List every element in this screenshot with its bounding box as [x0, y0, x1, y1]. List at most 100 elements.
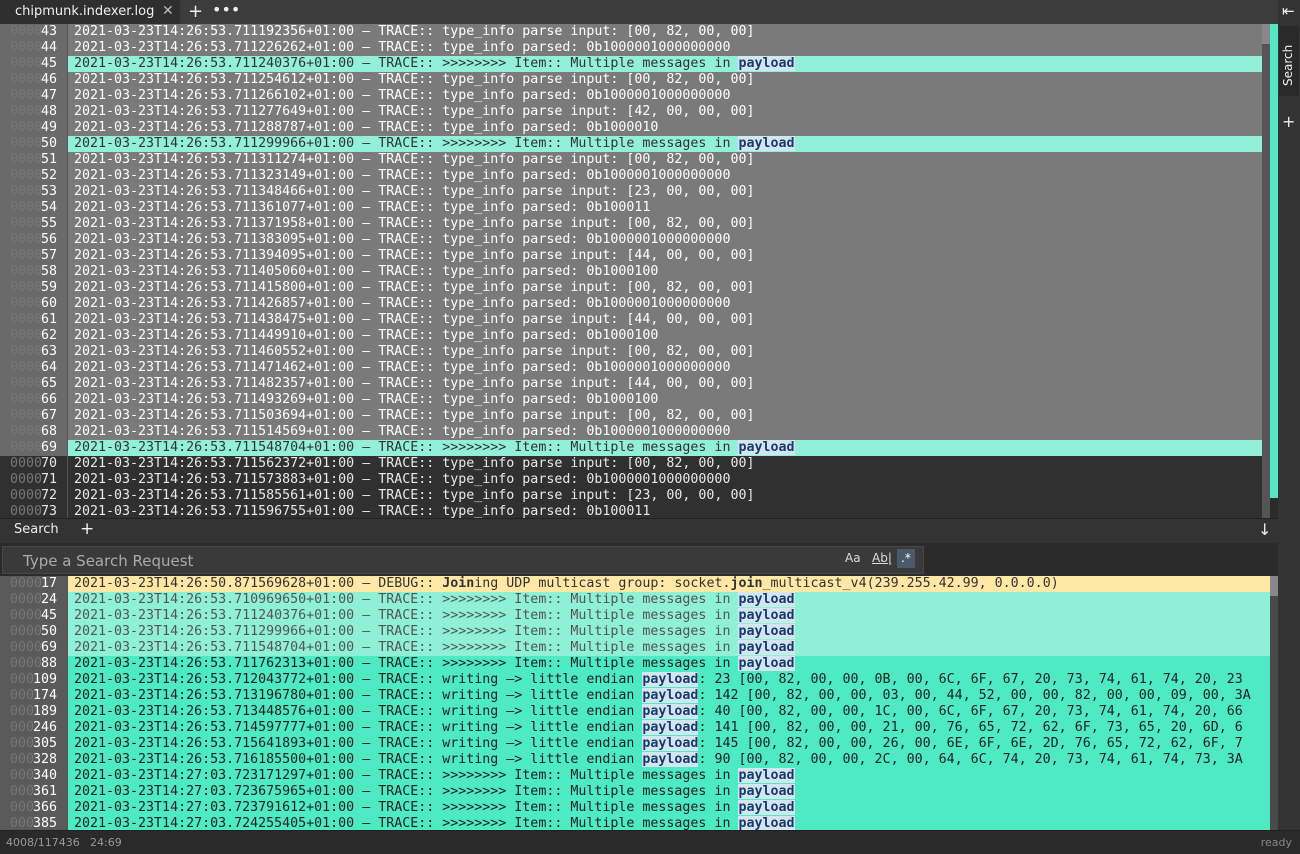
log-row[interactable]: 0000 61 2021-03-23T14:26:53.711438475+01:0…	[0, 312, 1270, 328]
line-number-padding: 0000	[10, 424, 43, 439]
log-row[interactable]: 0000 73 2021-03-23T14:26:53.711596755+01:0…	[0, 504, 1270, 518]
line-number: 0000 63	[0, 344, 68, 360]
log-row[interactable]: 0000 64 2021-03-23T14:26:53.711471462+01:0…	[0, 360, 1270, 376]
log-row[interactable]: 0000 65 2021-03-23T14:26:53.711482357+01:0…	[0, 376, 1270, 392]
result-row[interactable]: 000 328 2021-03-23T14:26:53.716185500+01:0…	[0, 752, 1270, 768]
log-row[interactable]: 0000 55 2021-03-23T14:26:53.711371958+01:0…	[0, 216, 1270, 232]
sidebar-add-button[interactable]: +	[1282, 112, 1295, 131]
log-row[interactable]: 0000 72 2021-03-23T14:26:53.711585561+01:0…	[0, 488, 1270, 504]
result-row[interactable]: 000 109 2021-03-23T14:26:53.712043772+01:0…	[0, 672, 1270, 688]
result-row[interactable]: 000 174 2021-03-23T14:26:53.713196780+01:0…	[0, 688, 1270, 704]
line-number-value: 54	[40, 200, 57, 215]
log-row[interactable]: 0000 71 2021-03-23T14:26:53.711573883+01:0…	[0, 472, 1270, 488]
result-row[interactable]: 000 246 2021-03-23T14:26:53.714597777+01:0…	[0, 720, 1270, 736]
log-row[interactable]: 0000 70 2021-03-23T14:26:53.711562372+01:0…	[0, 456, 1270, 472]
line-number-padding: 0000	[10, 640, 43, 655]
scroll-thumb[interactable]	[1262, 24, 1270, 44]
match-highlight: payload	[738, 640, 795, 655]
line-number-value: 60	[40, 296, 57, 311]
line-number: 0000 60	[0, 296, 68, 312]
sidebar-tab-search[interactable]: Search	[1279, 26, 1299, 96]
search-panel-header: Search + ↓	[0, 518, 1278, 543]
regex-toggle[interactable]: .*	[897, 549, 915, 568]
result-row[interactable]: 000 385 2021-03-23T14:27:03.724255405+01:0…	[0, 816, 1270, 830]
log-row[interactable]: 0000 51 2021-03-23T14:26:53.711311274+01:0…	[0, 152, 1270, 168]
whole-word-toggle[interactable]: Ab|	[872, 551, 892, 565]
line-number: 0000 68	[0, 424, 68, 440]
result-text: 2021-03-23T14:26:53.716185500+01:00 — TR…	[74, 752, 1243, 767]
match-highlight: payload	[738, 624, 795, 639]
result-row[interactable]: 000 361 2021-03-23T14:27:03.723675965+01:0…	[0, 784, 1270, 800]
line-number: 0000 56	[0, 232, 68, 248]
log-row[interactable]: 0000 49 2021-03-23T14:26:53.711288787+01:0…	[0, 120, 1270, 136]
log-row[interactable]: 0000 52 2021-03-23T14:26:53.711323149+01:0…	[0, 168, 1270, 184]
line-number-value: 64	[40, 360, 57, 375]
log-scrollbar[interactable]	[1262, 24, 1270, 518]
log-row[interactable]: 0000 46 2021-03-23T14:26:53.711254612+01:0…	[0, 72, 1270, 88]
add-search-button[interactable]: +	[80, 519, 94, 539]
log-row[interactable]: 0000 62 2021-03-23T14:26:53.711449910+01:0…	[0, 328, 1270, 344]
result-row[interactable]: 000 366 2021-03-23T14:27:03.723791612+01:0…	[0, 800, 1270, 816]
add-tab-button[interactable]: +	[188, 1, 203, 22]
line-number-padding: 0000	[10, 440, 43, 455]
collapse-icon[interactable]: ⇤	[1282, 2, 1295, 20]
log-row[interactable]: 0000 50 2021-03-23T14:26:53.711299966+01:0…	[0, 136, 1270, 152]
log-row[interactable]: 0000 58 2021-03-23T14:26:53.711405060+01:0…	[0, 264, 1270, 280]
close-icon[interactable]: ✕	[162, 3, 174, 19]
tab-log-file[interactable]: chipmunk.indexer.log ✕	[0, 0, 180, 26]
result-row[interactable]: 0000 50 2021-03-23T14:26:53.711299966+01:0…	[0, 624, 1270, 640]
line-number-padding: 000	[10, 672, 35, 687]
match-minimap[interactable]	[1270, 24, 1278, 498]
log-row[interactable]: 0000 56 2021-03-23T14:26:53.711383095+01:0…	[0, 232, 1270, 248]
line-number-value: 57	[40, 248, 57, 263]
log-row[interactable]: 0000 45 2021-03-23T14:26:53.711240376+01:0…	[0, 56, 1270, 72]
log-row[interactable]: 0000 44 2021-03-23T14:26:53.711226262+01:0…	[0, 40, 1270, 56]
log-row[interactable]: 0000 53 2021-03-23T14:26:53.711348466+01:0…	[0, 184, 1270, 200]
result-text: 2021-03-23T14:27:03.724255405+01:00 — TR…	[74, 816, 795, 830]
log-row[interactable]: 0000 54 2021-03-23T14:26:53.711361077+01:0…	[0, 200, 1270, 216]
log-view[interactable]: 0000 43 2021-03-23T14:26:53.711192356+01:0…	[0, 24, 1270, 518]
arrow-down-icon[interactable]: ↓	[1258, 520, 1271, 539]
result-row[interactable]: 000 189 2021-03-23T14:26:53.713448576+01:0…	[0, 704, 1270, 720]
search-results[interactable]: 0000 17 2021-03-23T14:26:50.871569628+01:0…	[0, 576, 1270, 830]
results-scrollbar[interactable]	[1270, 576, 1278, 830]
result-row[interactable]: 0000 45 2021-03-23T14:26:53.711240376+01:0…	[0, 608, 1270, 624]
log-text: 2021-03-23T14:26:53.711493269+01:00 — TR…	[74, 392, 659, 407]
log-text: 2021-03-23T14:26:53.711311274+01:00 — TR…	[74, 152, 755, 167]
log-row[interactable]: 0000 69 2021-03-23T14:26:53.711548704+01:0…	[0, 440, 1270, 456]
result-row[interactable]: 0000 17 2021-03-23T14:26:50.871569628+01:0…	[0, 576, 1270, 592]
result-row[interactable]: 0000 24 2021-03-23T14:26:53.710969650+01:0…	[0, 592, 1270, 608]
line-number-padding: 0000	[10, 168, 43, 183]
line-number-value: 49	[40, 120, 57, 135]
result-row[interactable]: 0000 69 2021-03-23T14:26:53.711548704+01:0…	[0, 640, 1270, 656]
log-row[interactable]: 0000 67 2021-03-23T14:26:53.711503694+01:0…	[0, 408, 1270, 424]
log-row[interactable]: 0000 68 2021-03-23T14:26:53.711514569+01:0…	[0, 424, 1270, 440]
result-row[interactable]: 000 305 2021-03-23T14:26:53.715641893+01:0…	[0, 736, 1270, 752]
line-number-padding: 0000	[10, 576, 43, 591]
result-row[interactable]: 000 340 2021-03-23T14:27:03.723171297+01:0…	[0, 768, 1270, 784]
more-icon[interactable]: •••	[212, 0, 240, 19]
log-row[interactable]: 0000 63 2021-03-23T14:26:53.711460552+01:0…	[0, 344, 1270, 360]
search-input[interactable]	[21, 550, 825, 572]
line-number-padding: 0000	[10, 504, 43, 518]
result-row[interactable]: 0000 88 2021-03-23T14:26:53.711762313+01:0…	[0, 656, 1270, 672]
log-row[interactable]: 0000 43 2021-03-23T14:26:53.711192356+01:0…	[0, 24, 1270, 40]
log-row[interactable]: 0000 47 2021-03-23T14:26:53.711266102+01:0…	[0, 88, 1270, 104]
log-row[interactable]: 0000 57 2021-03-23T14:26:53.711394095+01:0…	[0, 248, 1270, 264]
search-tab[interactable]: Search	[14, 522, 59, 537]
match-highlight: payload	[738, 768, 795, 783]
log-row[interactable]: 0000 59 2021-03-23T14:26:53.711415800+01:0…	[0, 280, 1270, 296]
cursor-position: 24:69	[90, 836, 122, 849]
results-scroll-thumb[interactable]	[1270, 576, 1278, 596]
line-number-padding: 0000	[10, 328, 43, 343]
line-number: 0000 48	[0, 104, 68, 120]
log-row[interactable]: 0000 48 2021-03-23T14:26:53.711277649+01:0…	[0, 104, 1270, 120]
line-number: 0000 62	[0, 328, 68, 344]
log-row[interactable]: 0000 66 2021-03-23T14:26:53.711493269+01:0…	[0, 392, 1270, 408]
line-number: 0000 88	[0, 656, 68, 672]
log-row[interactable]: 0000 60 2021-03-23T14:26:53.711426857+01:0…	[0, 296, 1270, 312]
line-number-value: 62	[40, 328, 57, 343]
log-text: 2021-03-23T14:26:53.711562372+01:00 — TR…	[74, 456, 755, 471]
match-case-toggle[interactable]: Aa	[845, 551, 861, 565]
line-number-value: 68	[40, 424, 57, 439]
